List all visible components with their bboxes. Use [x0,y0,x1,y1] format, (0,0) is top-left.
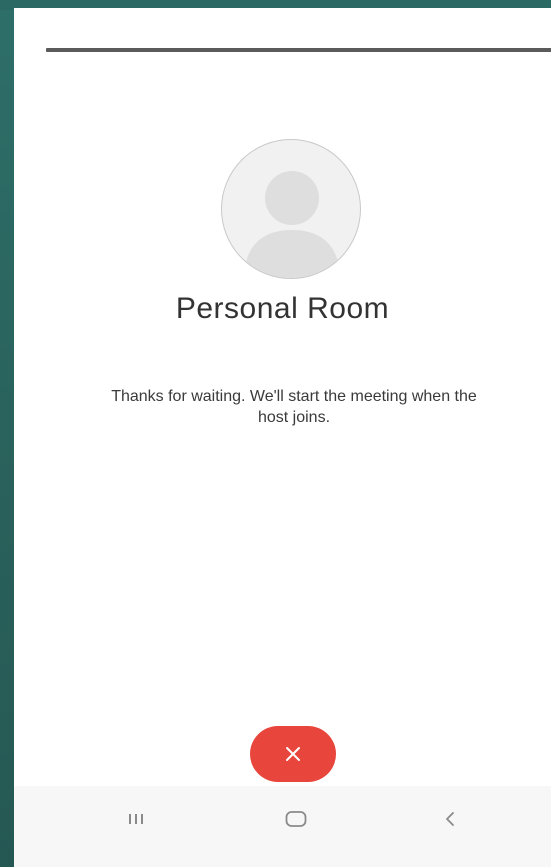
end-call-button[interactable] [250,726,336,782]
background-frame [0,0,14,867]
top-divider [46,48,551,52]
close-icon [286,747,300,761]
page-title: Personal Room [175,292,390,325]
waiting-message: Thanks for waiting. We'll start the meet… [111,388,477,426]
back-icon [446,812,454,826]
recents-button[interactable] [116,804,156,834]
home-icon [285,811,307,827]
back-button[interactable] [431,804,471,834]
phone-screen: Personal Room Thanks for waiting. We'll … [14,8,551,867]
recents-icon [129,814,143,824]
home-button[interactable] [276,804,316,834]
person-placeholder-icon [244,171,340,278]
avatar [221,139,361,279]
system-nav-bar [14,786,551,867]
